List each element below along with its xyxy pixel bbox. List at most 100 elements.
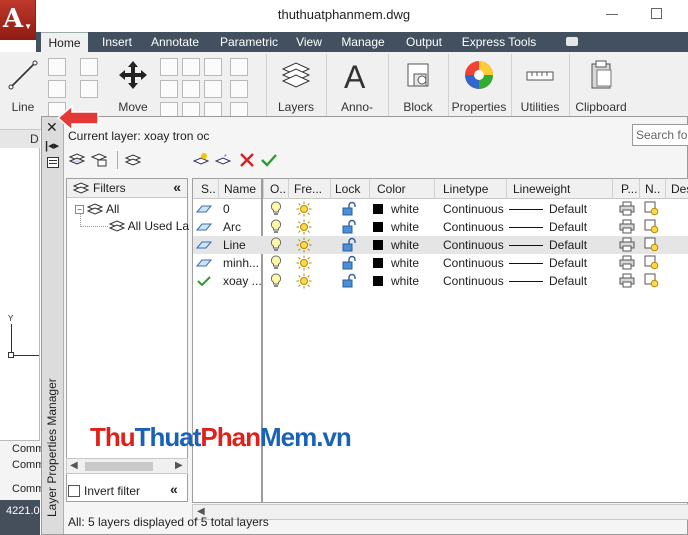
circle-icon[interactable] xyxy=(48,80,66,98)
layer-linetype[interactable]: Continuous xyxy=(443,220,504,234)
layer-color[interactable]: white xyxy=(373,238,419,252)
column-freeze[interactable]: Fre... xyxy=(294,182,330,196)
printer-icon[interactable] xyxy=(619,273,635,288)
new-vp-freeze-icon[interactable] xyxy=(644,237,659,252)
layer-row[interactable]: minh... white Continuous Default xyxy=(193,254,688,272)
scroll-thumb[interactable] xyxy=(85,462,153,471)
scroll-right-icon[interactable]: ▶ xyxy=(175,460,183,471)
tab-output[interactable]: Output xyxy=(400,32,448,52)
fillet-icon[interactable] xyxy=(230,80,248,98)
collapse-filters-icon[interactable]: « xyxy=(173,179,181,195)
column-on[interactable]: O.. xyxy=(270,182,290,196)
column-new-vp-freeze[interactable]: N.. xyxy=(645,182,663,196)
column-color[interactable]: Color xyxy=(377,182,417,196)
lightbulb-on-icon[interactable] xyxy=(270,255,282,270)
lightbulb-on-icon[interactable] xyxy=(270,201,282,216)
sun-thawed-icon[interactable] xyxy=(296,237,312,253)
layer-linetype[interactable]: Continuous xyxy=(443,202,504,216)
maximize-button[interactable] xyxy=(651,8,662,19)
mirror-icon[interactable] xyxy=(204,80,222,98)
column-name[interactable]: Name xyxy=(224,182,260,196)
layer-name[interactable]: Arc xyxy=(223,220,241,234)
set-current-icon[interactable] xyxy=(260,152,278,168)
layer-states-manager-icon[interactable] xyxy=(124,152,142,168)
new-vp-freeze-icon[interactable] xyxy=(644,201,659,216)
column-lock[interactable]: Lock xyxy=(335,182,369,196)
search-input[interactable]: Search for xyxy=(632,124,688,146)
tab-view[interactable]: View xyxy=(292,32,326,52)
ribbon-minimize-icon[interactable] xyxy=(566,37,578,46)
draw-panel-label[interactable]: D xyxy=(0,130,40,148)
collapse-pane-icon[interactable]: « xyxy=(170,481,178,497)
lightbulb-on-icon[interactable] xyxy=(270,273,282,288)
layer-color[interactable]: white xyxy=(373,274,419,288)
command-line[interactable]: Comm Comm Comm xyxy=(0,440,44,500)
layer-name[interactable]: minh... xyxy=(223,256,259,270)
tab-manage[interactable]: Manage xyxy=(336,32,390,52)
lightbulb-on-icon[interactable] xyxy=(270,219,282,234)
layer-status-icon[interactable] xyxy=(196,205,212,213)
minimize-button[interactable] xyxy=(606,14,618,15)
layer-color[interactable]: white xyxy=(373,220,419,234)
new-layer-vp-frozen-icon[interactable]: * xyxy=(214,152,232,168)
column-lineweight[interactable]: Lineweight xyxy=(513,182,593,196)
autohide-icon[interactable]: |◂▸ xyxy=(45,139,59,152)
unlock-icon[interactable] xyxy=(342,219,356,234)
layer-row[interactable]: Line white Continuous Default xyxy=(193,236,688,254)
tab-parametric[interactable]: Parametric xyxy=(216,32,282,52)
copy-icon[interactable] xyxy=(160,58,178,76)
new-layer-icon[interactable] xyxy=(192,152,210,168)
layer-lineweight[interactable]: Default xyxy=(509,220,587,234)
layer-row[interactable]: 0 white Continuous Default xyxy=(193,200,688,218)
printer-icon[interactable] xyxy=(619,201,635,216)
sun-thawed-icon[interactable] xyxy=(296,273,312,289)
layer-lineweight[interactable]: Default xyxy=(509,274,587,288)
layer-color[interactable]: white xyxy=(373,202,419,216)
scroll-left-icon[interactable]: ◀ xyxy=(70,460,78,471)
new-property-filter-icon[interactable] xyxy=(68,152,86,168)
array-icon[interactable] xyxy=(230,58,248,76)
line-button[interactable]: Line xyxy=(4,56,42,126)
column-description[interactable]: Des xyxy=(671,182,688,196)
printer-icon[interactable] xyxy=(619,219,635,234)
unlock-icon[interactable] xyxy=(342,273,356,288)
palette-properties-icon[interactable] xyxy=(47,157,59,168)
lightbulb-on-icon[interactable] xyxy=(270,237,282,252)
rectangle-icon[interactable] xyxy=(80,80,98,98)
printer-icon[interactable] xyxy=(619,255,635,270)
tab-annotate[interactable]: Annotate xyxy=(146,32,204,52)
sun-thawed-icon[interactable] xyxy=(296,219,312,235)
layer-color[interactable]: white xyxy=(373,256,419,270)
layer-status-icon[interactable] xyxy=(196,241,212,249)
scale-icon[interactable] xyxy=(182,80,200,98)
checkbox[interactable] xyxy=(68,485,80,497)
layer-lineweight[interactable]: Default xyxy=(509,202,587,216)
delete-layer-icon[interactable] xyxy=(238,152,256,168)
new-vp-freeze-icon[interactable] xyxy=(644,219,659,234)
filter-node-all-used-layers[interactable]: All Used La xyxy=(108,219,189,233)
layer-name[interactable]: xoay ... xyxy=(223,274,262,288)
layer-lineweight[interactable]: Default xyxy=(509,256,587,270)
layer-lineweight[interactable]: Default xyxy=(509,238,587,252)
printer-icon[interactable] xyxy=(619,237,635,252)
tab-home[interactable]: Home xyxy=(41,32,88,52)
layer-linetype[interactable]: Continuous xyxy=(443,274,504,288)
sun-thawed-icon[interactable] xyxy=(296,255,312,271)
column-plot-style[interactable]: P... xyxy=(621,182,639,196)
tab-insert[interactable]: Insert xyxy=(96,32,138,52)
layer-linetype[interactable]: Continuous xyxy=(443,256,504,270)
layer-status-icon[interactable] xyxy=(196,223,212,231)
filter-horizontal-scrollbar[interactable]: ◀ ▶ xyxy=(66,458,188,474)
tab-express-tools[interactable]: Express Tools xyxy=(458,32,540,52)
trim-icon[interactable] xyxy=(204,58,222,76)
current-layer-check-icon[interactable] xyxy=(197,275,211,287)
column-status[interactable]: S.. xyxy=(201,182,219,196)
unlock-icon[interactable] xyxy=(342,201,356,216)
layer-name[interactable]: 0 xyxy=(223,202,230,216)
layer-linetype[interactable]: Continuous xyxy=(443,238,504,252)
layer-row[interactable]: Arc white Continuous Default xyxy=(193,218,688,236)
rotate-icon[interactable] xyxy=(182,58,200,76)
new-group-filter-icon[interactable] xyxy=(90,152,108,168)
invert-filter-checkbox[interactable]: Invert filter xyxy=(68,484,140,498)
layer-name[interactable]: Line xyxy=(223,238,246,252)
